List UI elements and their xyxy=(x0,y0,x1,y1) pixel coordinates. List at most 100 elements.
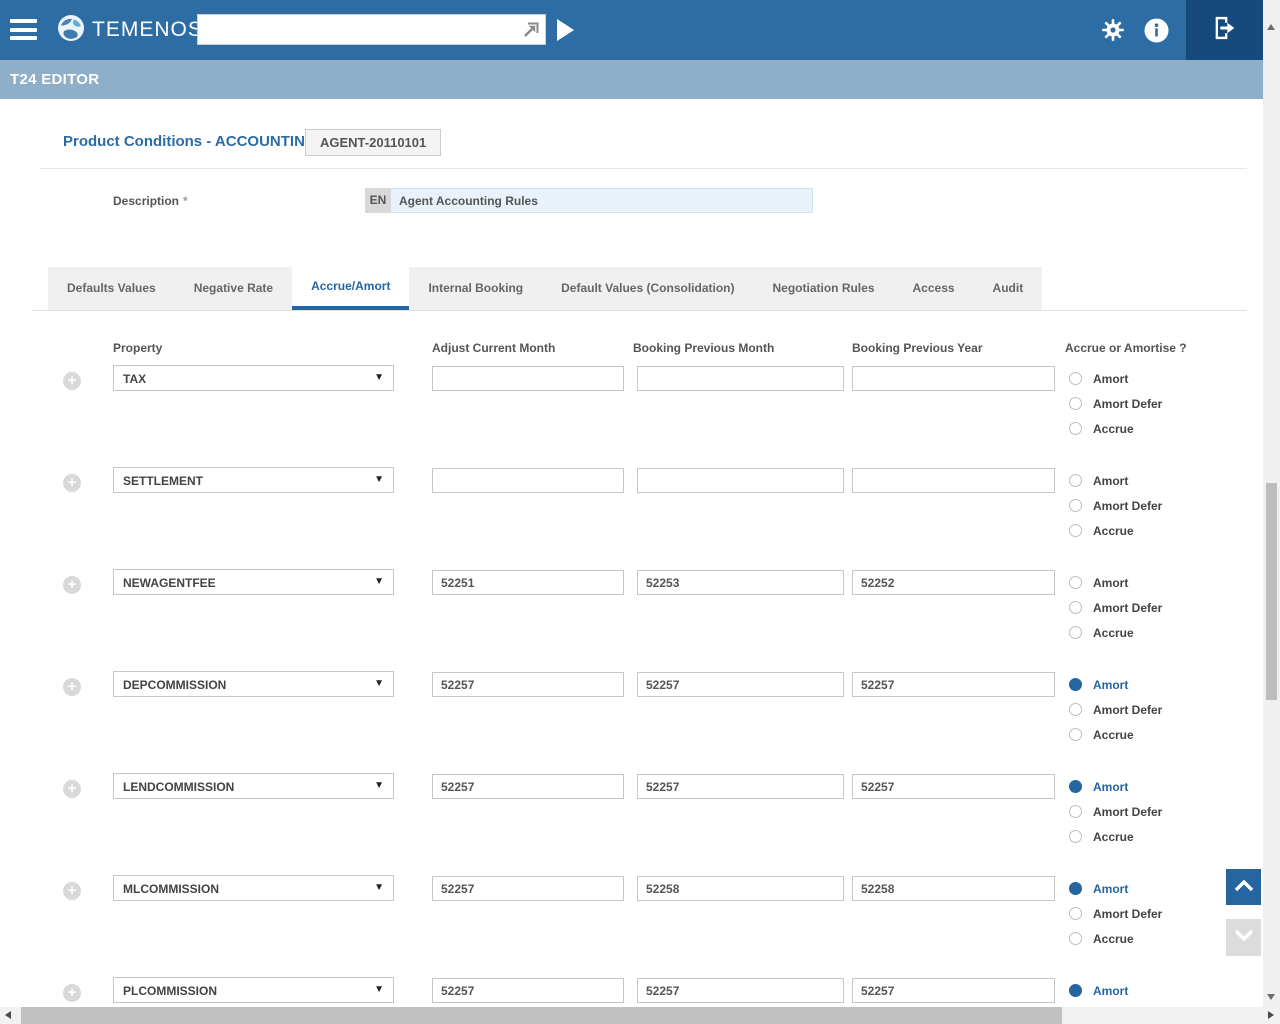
radio-circle-icon[interactable] xyxy=(1069,678,1082,691)
radio-circle-icon[interactable] xyxy=(1069,703,1082,716)
booking-previous-year-input[interactable] xyxy=(852,672,1055,697)
radio-circle-icon[interactable] xyxy=(1069,805,1082,818)
accrue-amort-table: Property Adjust Current Month Booking Pr… xyxy=(0,99,1263,1007)
play-icon[interactable] xyxy=(557,19,574,41)
sign-out-button[interactable] xyxy=(1186,0,1263,60)
radio-circle-icon[interactable] xyxy=(1069,499,1082,512)
radio-circle-icon[interactable] xyxy=(1069,728,1082,741)
booking-previous-month-input[interactable] xyxy=(637,570,844,595)
scroll-to-top-button[interactable] xyxy=(1226,869,1261,905)
booking-previous-year-input[interactable] xyxy=(852,978,1055,1003)
table-row: + LENDCOMMISSION ▼ AmortAmort DeferAccru… xyxy=(0,773,1263,875)
hamburger-menu-icon[interactable] xyxy=(10,19,37,41)
property-dropdown[interactable]: DEPCOMMISSION ▼ xyxy=(113,671,394,697)
table-row: + MLCOMMISSION ▼ AmortAmort DeferAccrue xyxy=(0,875,1263,977)
scrollbar-right-arrow-icon[interactable] xyxy=(1268,1011,1274,1019)
property-dropdown[interactable]: LENDCOMMISSION ▼ xyxy=(113,773,394,799)
brand-name: TEMENOS xyxy=(92,18,203,42)
radio-circle-icon[interactable] xyxy=(1069,397,1082,410)
adjust-current-month-input[interactable] xyxy=(432,366,624,391)
add-row-button[interactable]: + xyxy=(63,882,81,900)
property-dropdown[interactable]: TAX ▼ xyxy=(113,365,394,391)
radio-option-label: Amort xyxy=(1093,576,1128,590)
info-icon[interactable] xyxy=(1144,18,1170,44)
booking-previous-month-input[interactable] xyxy=(637,366,844,391)
booking-previous-month-input[interactable] xyxy=(637,672,844,697)
scrollbar-left-arrow-icon[interactable] xyxy=(5,1011,11,1019)
booking-previous-month-input[interactable] xyxy=(637,978,844,1003)
radio-circle-icon[interactable] xyxy=(1069,780,1082,793)
radio-circle-icon[interactable] xyxy=(1069,830,1082,843)
radio-option-label: Amort xyxy=(1093,678,1128,692)
radio-circle-icon[interactable] xyxy=(1069,474,1082,487)
vertical-scrollbar-thumb[interactable] xyxy=(1266,483,1277,700)
add-row-button[interactable]: + xyxy=(63,984,81,1002)
adjust-current-month-input[interactable] xyxy=(432,468,624,493)
caret-down-icon: ▼ xyxy=(374,576,384,587)
module-title: T24 EDITOR xyxy=(0,71,99,88)
property-value: PLCOMMISSION xyxy=(123,984,217,998)
property-dropdown[interactable]: PLCOMMISSION ▼ xyxy=(113,977,394,1003)
radio-option-label: Accrue xyxy=(1093,422,1134,436)
booking-previous-month-input[interactable] xyxy=(637,774,844,799)
radio-option-label: Accrue xyxy=(1093,728,1134,742)
radio-circle-icon[interactable] xyxy=(1069,882,1082,895)
booking-previous-year-input[interactable] xyxy=(852,468,1055,493)
search-input[interactable] xyxy=(198,15,518,44)
radio-circle-icon[interactable] xyxy=(1069,372,1082,385)
add-row-button[interactable]: + xyxy=(63,576,81,594)
booking-previous-year-input[interactable] xyxy=(852,774,1055,799)
adjust-current-month-input[interactable] xyxy=(432,570,624,595)
goto-arrow-icon[interactable] xyxy=(521,20,541,45)
radio-circle-icon[interactable] xyxy=(1069,626,1082,639)
radio-option-label: Amort Defer xyxy=(1093,601,1162,615)
radio-option-label: Amort Defer xyxy=(1093,397,1162,411)
top-bar: TEMENOS xyxy=(0,0,1263,60)
booking-previous-year-input[interactable] xyxy=(852,876,1055,901)
property-dropdown[interactable]: SETTLEMENT ▼ xyxy=(113,467,394,493)
booking-previous-month-input[interactable] xyxy=(637,468,844,493)
radio-circle-icon[interactable] xyxy=(1069,576,1082,589)
booking-previous-month-input[interactable] xyxy=(637,876,844,901)
radio-circle-icon[interactable] xyxy=(1069,601,1082,614)
radio-circle-icon[interactable] xyxy=(1069,932,1082,945)
radio-option-label: Amort xyxy=(1093,780,1128,794)
plus-icon: + xyxy=(63,984,81,1001)
booking-previous-year-input[interactable] xyxy=(852,570,1055,595)
hamburger-bar xyxy=(10,19,37,23)
rows-container: + TAX ▼ Amort Amort Defer Accrue + SETTLEM… xyxy=(0,99,1263,1007)
radio-circle-icon[interactable] xyxy=(1069,984,1082,997)
adjust-current-month-input[interactable] xyxy=(432,978,624,1003)
adjust-current-month-input[interactable] xyxy=(432,774,624,799)
hamburger-bar xyxy=(10,28,37,32)
scroll-down-button[interactable] xyxy=(1226,919,1261,956)
property-dropdown[interactable]: MLCOMMISSION ▼ xyxy=(113,875,394,901)
radio-option-label: Accrue xyxy=(1093,626,1134,640)
radio-option-label: Amort Defer xyxy=(1093,703,1162,717)
add-row-button[interactable]: + xyxy=(63,780,81,798)
add-row-button[interactable]: + xyxy=(63,474,81,492)
gear-icon[interactable] xyxy=(1100,17,1126,43)
scrollbar-up-arrow-icon[interactable] xyxy=(1267,24,1275,30)
horizontal-scrollbar[interactable] xyxy=(0,1007,1280,1024)
table-row: + NEWAGENTFEE ▼ Amort Amort Defer Accrue xyxy=(0,569,1263,671)
radio-circle-icon[interactable] xyxy=(1069,422,1082,435)
plus-icon: + xyxy=(63,372,81,389)
booking-previous-year-input[interactable] xyxy=(852,366,1055,391)
scrollbar-down-arrow-icon[interactable] xyxy=(1267,994,1275,1000)
add-row-button[interactable]: + xyxy=(63,372,81,390)
add-row-button[interactable]: + xyxy=(63,678,81,696)
globe-logo-icon xyxy=(57,14,85,47)
table-row: + DEPCOMMISSION ▼ Amort Amort Defer Accrue xyxy=(0,671,1263,773)
adjust-current-month-input[interactable] xyxy=(432,876,624,901)
radio-circle-icon[interactable] xyxy=(1069,524,1082,537)
horizontal-scrollbar-thumb[interactable] xyxy=(21,1007,1062,1024)
chevron-down-icon xyxy=(1233,927,1255,948)
table-row: + TAX ▼ AmortAmort DeferAccrue xyxy=(0,365,1263,467)
property-dropdown[interactable]: NEWAGENTFEE ▼ xyxy=(113,569,394,595)
radio-circle-icon[interactable] xyxy=(1069,907,1082,920)
adjust-current-month-input[interactable] xyxy=(432,672,624,697)
table-row: + PLCOMMISSION ▼ AmortAmort DeferAccrue xyxy=(0,977,1263,1007)
vertical-scrollbar[interactable] xyxy=(1263,0,1280,1007)
plus-icon: + xyxy=(63,780,81,797)
